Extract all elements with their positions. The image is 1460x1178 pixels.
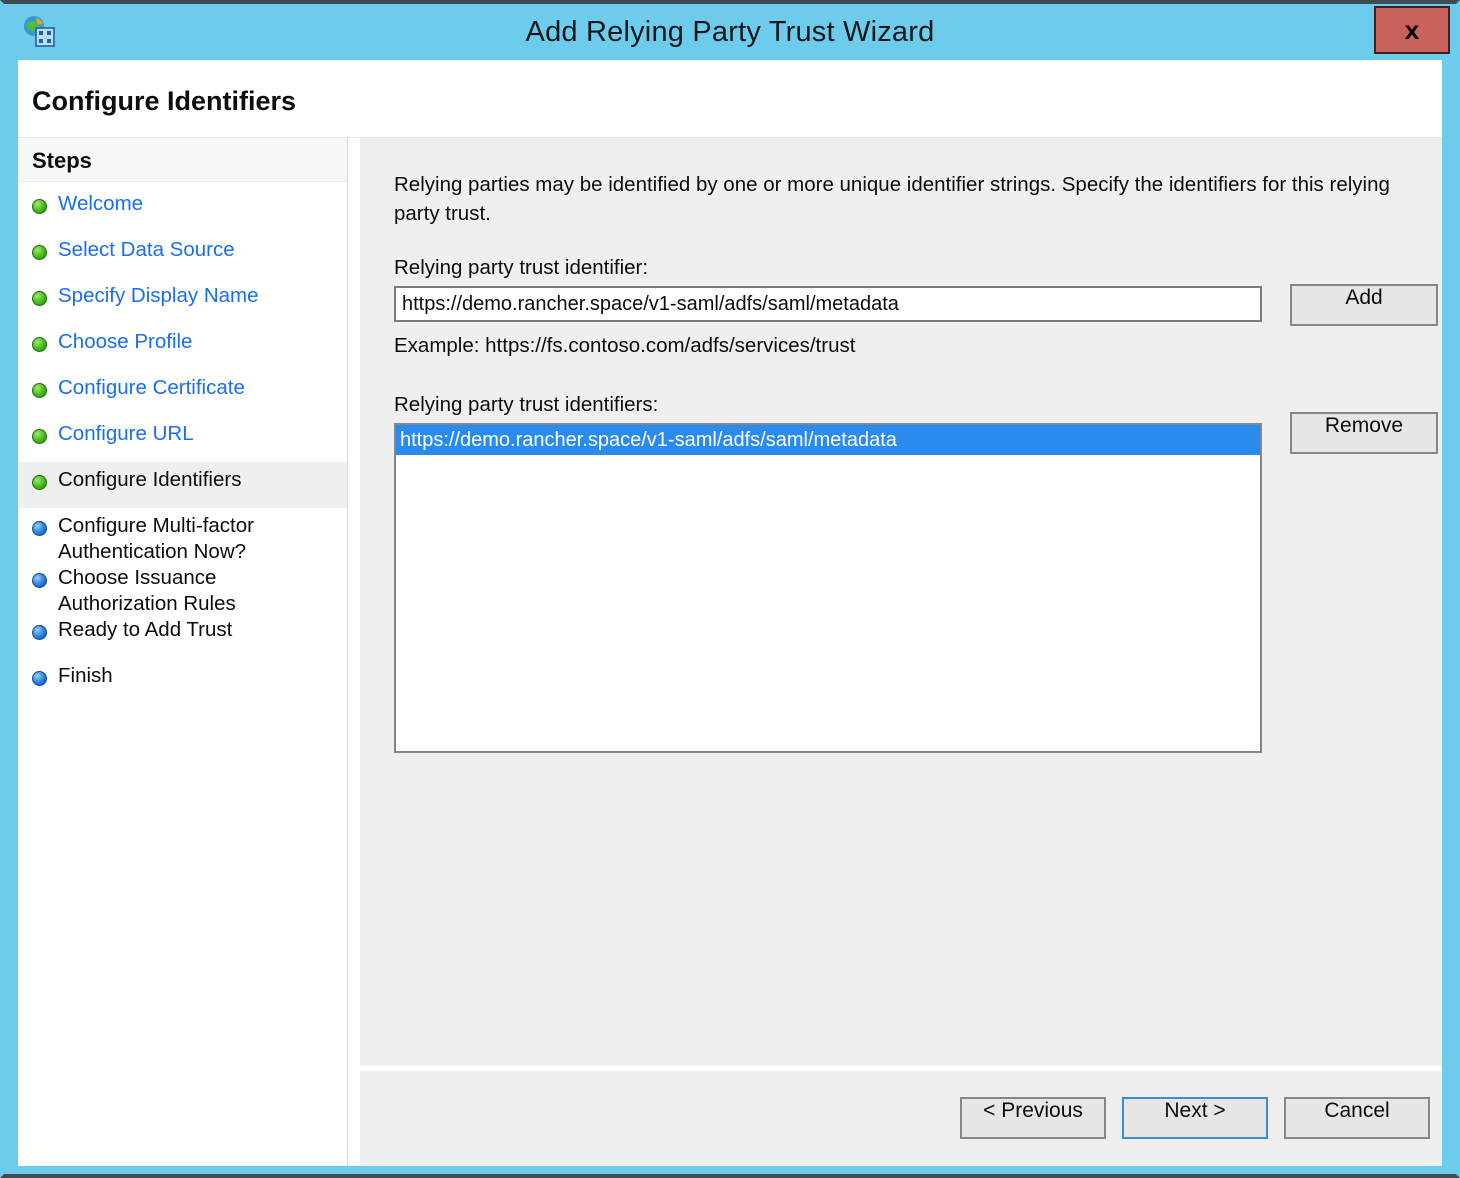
sidebar-step-choose-profile[interactable]: Choose Profile xyxy=(18,324,347,370)
sidebar-step-choose-issuance-authorization-rules[interactable]: Choose Issuance Authorization Rules xyxy=(18,560,347,612)
steps-header: Steps xyxy=(18,138,347,182)
remove-button[interactable]: Remove xyxy=(1290,412,1438,454)
sidebar-step-label: Welcome xyxy=(58,191,333,217)
previous-button[interactable]: < Previous xyxy=(960,1097,1106,1139)
intro-text: Relying parties may be identified by one… xyxy=(394,170,1416,228)
step-complete-icon xyxy=(32,429,47,444)
sidebar-step-select-data-source[interactable]: Select Data Source xyxy=(18,232,347,278)
step-pending-icon xyxy=(32,671,47,686)
step-complete-icon xyxy=(32,337,47,352)
sidebar-step-label: Ready to Add Trust xyxy=(58,617,333,643)
steps-list: Welcome Select Data Source Specify Display… xyxy=(18,186,347,704)
sidebar-step-label: Configure Certificate xyxy=(58,375,333,401)
step-complete-icon xyxy=(32,291,47,306)
sidebar-step-label: Choose Profile xyxy=(58,329,333,355)
steps-sidebar: Steps Welcome Select Data Source Specify D… xyxy=(18,138,348,1166)
title-bar: Add Relying Party Trust Wizard x xyxy=(4,4,1456,60)
sidebar-step-label: Choose Issuance Authorization Rules xyxy=(58,565,333,617)
step-pending-icon xyxy=(32,625,47,640)
step-complete-icon xyxy=(32,383,47,398)
wizard-body: Steps Welcome Select Data Source Specify D… xyxy=(18,138,1442,1166)
sidebar-step-label: Specify Display Name xyxy=(58,283,333,309)
sidebar-step-configure-certificate[interactable]: Configure Certificate xyxy=(18,370,347,416)
page-header: Configure Identifiers xyxy=(18,60,1442,138)
sidebar-step-label: Finish xyxy=(58,663,333,689)
sidebar-step-configure-multi-factor-authentication-now[interactable]: Configure Multi-factor Authentication No… xyxy=(18,508,347,560)
step-complete-icon xyxy=(32,245,47,260)
sidebar-step-label: Select Data Source xyxy=(58,237,333,263)
identifier-input[interactable] xyxy=(394,286,1262,322)
sidebar-step-configure-identifiers[interactable]: Configure Identifiers xyxy=(18,462,347,508)
footer-button-bar: < Previous Next > Cancel xyxy=(359,1070,1442,1166)
identifiers-label: Relying party trust identifiers: xyxy=(394,393,658,417)
wizard-window: Add Relying Party Trust Wizard x Configu… xyxy=(0,0,1460,1178)
add-button[interactable]: Add xyxy=(1290,284,1438,326)
sidebar-step-label: Configure Multi-factor Authentication No… xyxy=(58,513,333,565)
sidebar-step-configure-url[interactable]: Configure URL xyxy=(18,416,347,462)
sidebar-step-label: Configure Identifiers xyxy=(58,467,333,493)
sidebar-step-finish[interactable]: Finish xyxy=(18,658,347,704)
sidebar-step-ready-to-add-trust[interactable]: Ready to Add Trust xyxy=(18,612,347,658)
step-pending-icon xyxy=(32,521,47,536)
steps-header-label: Steps xyxy=(32,148,92,174)
page-title: Configure Identifiers xyxy=(32,86,296,117)
next-button[interactable]: Next > xyxy=(1122,1097,1268,1139)
step-complete-icon xyxy=(32,475,47,490)
step-complete-icon xyxy=(32,199,47,214)
step-pending-icon xyxy=(32,573,47,588)
sidebar-step-label: Configure URL xyxy=(58,421,333,447)
window-title: Add Relying Party Trust Wizard xyxy=(4,4,1456,60)
identifiers-listbox[interactable]: https://demo.rancher.space/v1-saml/adfs/… xyxy=(394,423,1262,753)
identifier-label: Relying party trust identifier: xyxy=(394,256,648,280)
sidebar-step-specify-display-name[interactable]: Specify Display Name xyxy=(18,278,347,324)
cancel-button[interactable]: Cancel xyxy=(1284,1097,1430,1139)
sidebar-step-welcome[interactable]: Welcome xyxy=(18,186,347,232)
listbox-item[interactable]: https://demo.rancher.space/v1-saml/adfs/… xyxy=(396,425,1260,455)
example-text: Example: https://fs.contoso.com/adfs/ser… xyxy=(394,334,855,358)
content-panel: Relying parties may be identified by one… xyxy=(359,138,1442,1066)
close-button[interactable]: x xyxy=(1374,6,1450,54)
